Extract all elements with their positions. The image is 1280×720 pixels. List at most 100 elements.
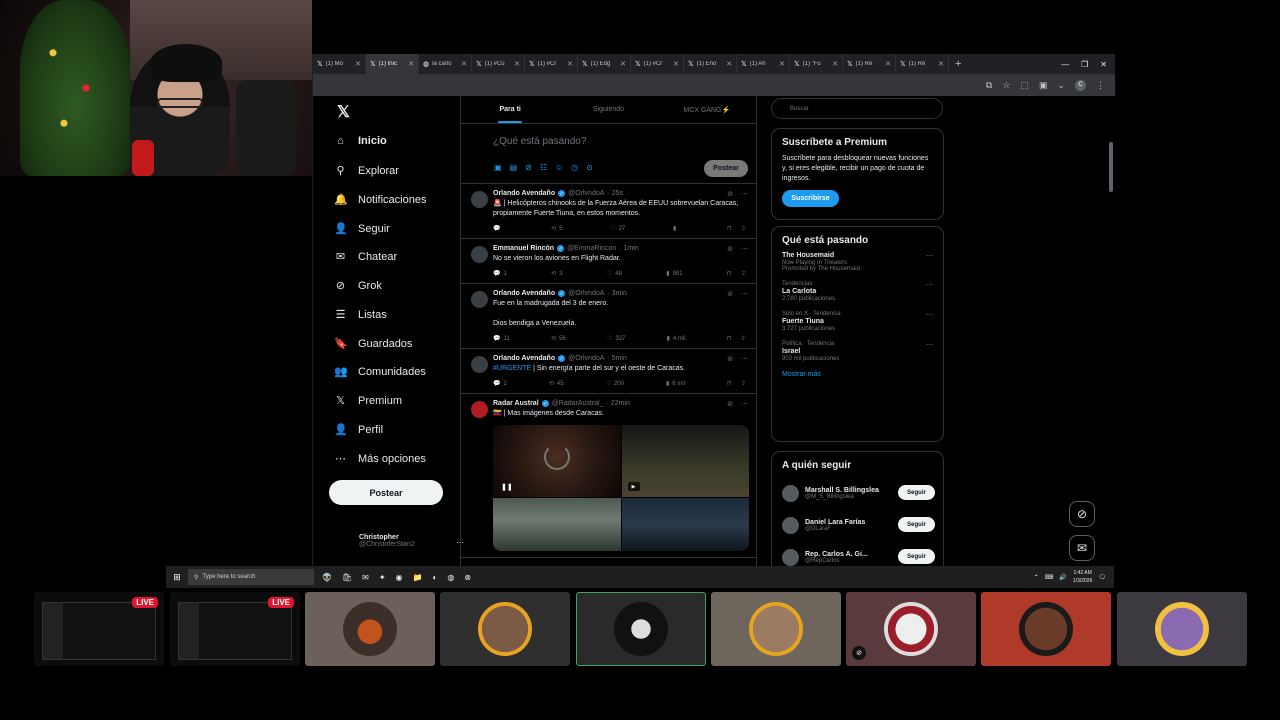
share-icon[interactable]: ⇪ (741, 380, 746, 387)
store-icon[interactable]: 🛍 (342, 573, 352, 582)
minimize-icon[interactable]: — (1061, 60, 1069, 69)
copilot-icon[interactable]: ✦ (379, 573, 386, 582)
chrome-icon[interactable]: ◍ (447, 573, 454, 582)
windows-start-icon[interactable]: ⊞ (166, 572, 188, 583)
suggestion-name[interactable]: Marshall S. Billingslea (805, 487, 879, 494)
participant-tile-5-selected[interactable] (576, 592, 706, 666)
edge-icon[interactable]: ◉ (396, 573, 403, 582)
bookmark-icon[interactable]: ⊓ (727, 225, 732, 232)
tweet[interactable]: Orlando Avendaño ✓ @OrlvndoA · 25s ⊘ ⋯ 🚨 … (461, 184, 756, 239)
x-logo-icon[interactable]: 𝕏 (337, 102, 350, 122)
close-tab-icon[interactable]: ✕ (726, 60, 732, 68)
restore-icon[interactable]: ❐ (1081, 60, 1088, 69)
participant-tile-9[interactable] (1117, 592, 1247, 666)
trend-item[interactable]: Tendencias La Carlota 2.780 publicaciones… (782, 281, 933, 302)
bookmark-icon[interactable]: ⊓ (727, 335, 732, 342)
more-icon[interactable]: ⋯ (926, 281, 933, 289)
nav-item-grok[interactable]: ⊘ Grok (334, 279, 464, 293)
keyboard-icon[interactable]: ⌨ (1045, 574, 1054, 581)
nav-item-chatear[interactable]: ✉ Chatear (334, 250, 464, 264)
participant-tile-3[interactable] (305, 592, 435, 666)
author-handle[interactable]: @OrlvndoA (568, 355, 604, 362)
search-input[interactable]: Buscar (771, 98, 943, 119)
author-handle[interactable]: @EmmaRincon (567, 245, 616, 252)
trend-item[interactable]: Política · Tendencia Israel 903 mil publi… (782, 341, 933, 362)
author-name[interactable]: Orlando Avendaño (493, 355, 555, 362)
post-button[interactable]: Postear (329, 480, 443, 505)
nav-item-notificaciones[interactable]: 🔔 Notificaciones (334, 193, 464, 207)
author-handle[interactable]: @RadarAustral_ (552, 400, 604, 407)
close-tab-icon[interactable]: ✕ (832, 60, 838, 68)
show-more-link[interactable]: Mostrar más (782, 371, 933, 378)
page-scrollbar[interactable] (1109, 142, 1113, 192)
close-tab-icon[interactable]: ✕ (620, 60, 626, 68)
like-button[interactable]: ♡ 27 (610, 225, 625, 233)
grok-icon[interactable]: ⊘ (727, 245, 733, 253)
tweet[interactable]: Orlando Avendaño ✓ @OrlvndoA · 5min ⊘ ⋯ #… (461, 349, 756, 394)
browser-tab[interactable]: 𝕏 (1) Edg ✕ (578, 54, 631, 74)
play-icon[interactable]: ▶ (627, 482, 640, 491)
more-icon[interactable]: ⋯ (741, 400, 748, 408)
pause-icon[interactable]: ❚❚ (501, 483, 513, 491)
close-window-icon[interactable]: ✕ (1100, 60, 1107, 69)
participant-tile-8[interactable] (981, 592, 1111, 666)
close-tab-icon[interactable]: ✕ (885, 60, 891, 68)
participant-tile-screen-2[interactable]: LIVE (170, 592, 300, 666)
grok-icon[interactable]: ⊘ (727, 355, 733, 363)
nav-item-premium[interactable]: 𝕏 Premium (334, 394, 464, 408)
retweet-button[interactable]: ⟲ 5 (551, 225, 562, 233)
tweet[interactable]: Orlando Avendaño ✓ @OrlvndoA · 3min ⊘ ⋯ F… (461, 284, 756, 349)
close-tab-icon[interactable]: ✕ (673, 60, 679, 68)
retweet-button[interactable]: ⟲ 56 (551, 335, 566, 343)
views-button[interactable]: ▮ 981 (666, 270, 682, 278)
nav-item-inicio[interactable]: ⌂ Inicio (334, 135, 464, 147)
suggestion-avatar[interactable] (782, 516, 799, 534)
share-icon[interactable]: ⇪ (741, 270, 746, 277)
video-thumb-1[interactable]: ❚❚ (493, 425, 621, 497)
install-icon[interactable]: ⧉ (986, 80, 992, 91)
close-tab-icon[interactable]: ✕ (408, 60, 414, 68)
suggestion-name[interactable]: Rep. Carlos A. Gi... (805, 551, 868, 558)
tab-mcx-gang[interactable]: MCX GANG⚡ (658, 96, 756, 123)
nav-item-comunidades[interactable]: 👥 Comunidades (334, 365, 464, 379)
more-icon[interactable]: ⋯ (926, 341, 933, 349)
author-name[interactable]: Orlando Avendaño (493, 290, 555, 297)
nav-item-guardados[interactable]: 🔖 Guardados (334, 337, 464, 351)
close-tab-icon[interactable]: ✕ (567, 60, 573, 68)
tweet[interactable]: Radar Austral ✓ @RadarAustral_ · 22min ⊘… (461, 394, 756, 558)
schedule-icon[interactable]: ◷ (571, 163, 578, 172)
poll-icon[interactable]: ☷ (540, 163, 547, 172)
browser-tab[interactable]: 𝕏 (1) Ah ✕ (737, 54, 790, 74)
tab-siguiendo[interactable]: Siguiendo (559, 96, 657, 123)
gif-icon[interactable]: ▤ (510, 163, 518, 172)
close-tab-icon[interactable]: ✕ (779, 60, 785, 68)
nav-item-perfil[interactable]: 👤 Perfil (334, 423, 464, 437)
tab-para-ti[interactable]: Para ti (461, 96, 559, 123)
share-icon[interactable]: ⇪ (741, 225, 746, 232)
author-avatar[interactable] (471, 246, 488, 263)
emoji-icon[interactable]: ☺ (555, 163, 563, 172)
follow-suggestion[interactable]: Marshall S. Billingslea @M_S_Billingslea… (782, 477, 935, 509)
new-tab-button[interactable]: + (949, 58, 967, 70)
image-icon[interactable]: ▣ (494, 163, 502, 172)
follow-button[interactable]: Seguir (898, 549, 935, 564)
volume-icon[interactable]: 🔊 (1059, 574, 1066, 581)
author-avatar[interactable] (471, 291, 488, 308)
browser-tab[interactable]: 𝕏 (1) Eno ✕ (684, 54, 737, 74)
browser-tab[interactable]: 𝕏 (1) Mo ✕ (313, 54, 366, 74)
more-icon[interactable]: ⋯ (741, 290, 748, 298)
alien-app-icon[interactable]: 👽 (322, 573, 332, 582)
hashtag-link[interactable]: #URGENTE (493, 365, 531, 372)
browser-tab[interactable]: 𝕏 (1) "Fu ✕ (790, 54, 843, 74)
trend-item[interactable]: Solo en X · Tendencia Fuerte Tiuna 3.727 … (782, 311, 933, 332)
author-name[interactable]: Orlando Avendaño (493, 190, 555, 197)
grok-fab-icon[interactable]: ⊘ (1069, 501, 1095, 527)
views-button[interactable]: ▮ (673, 225, 679, 232)
reply-button[interactable]: 💬 1 (493, 270, 507, 278)
trend-item[interactable]: The Housemaid Now Playing In Theaters Pro… (782, 252, 933, 272)
bookmark-icon[interactable]: ⊓ (727, 380, 732, 387)
more-icon[interactable]: ⋯ (926, 311, 933, 319)
taskbar-search[interactable]: ⚲ Type here to search (188, 569, 314, 585)
discord-icon[interactable]: ◐ (432, 573, 437, 582)
retweet-button[interactable]: ⟲ 45 (549, 380, 564, 388)
